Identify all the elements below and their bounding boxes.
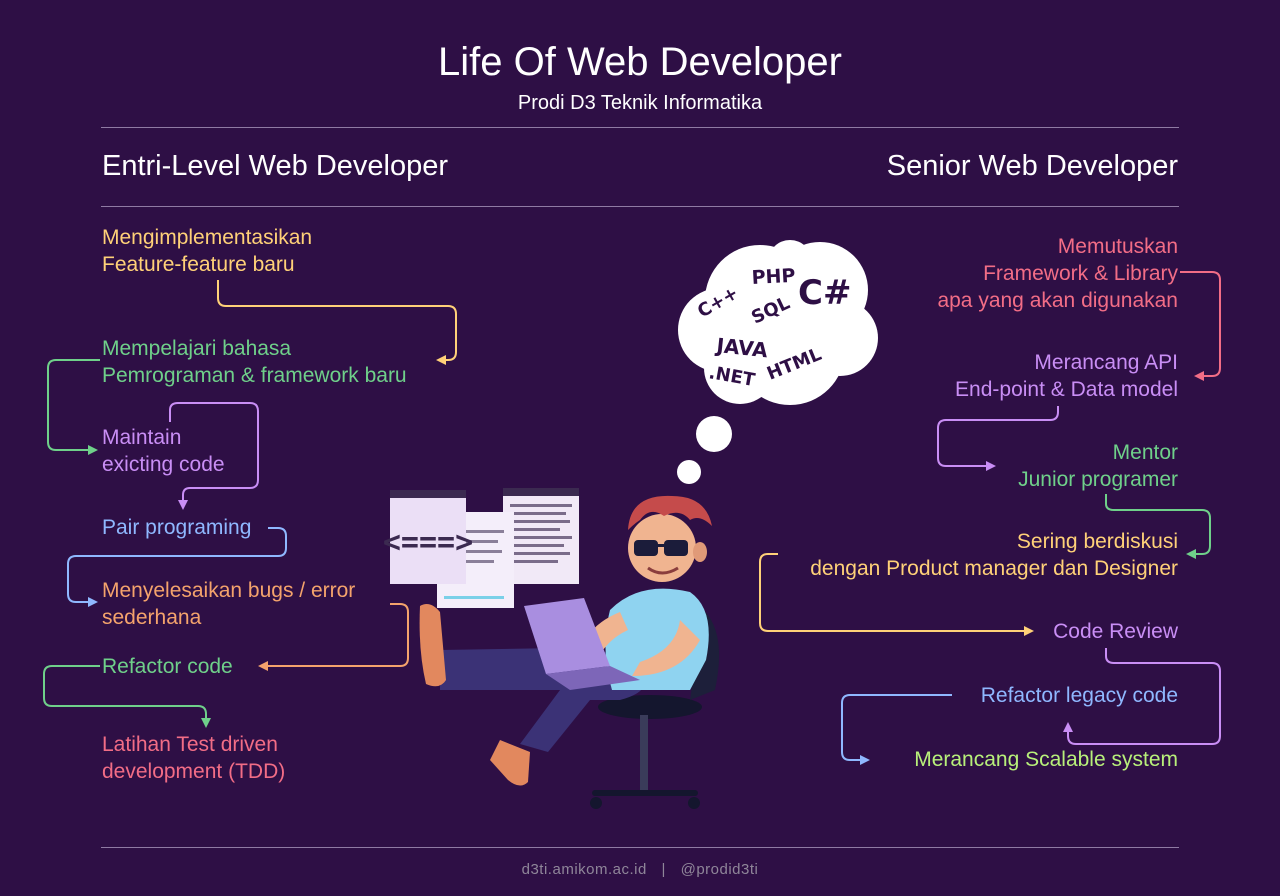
- code-brackets-icon: <===>: [383, 525, 473, 560]
- entry-task-tdd: Latihan Test driven development (TDD): [102, 733, 286, 783]
- entry-task-fix-bugs: Menyelesaikan bugs / error sederhana: [102, 579, 356, 629]
- senior-task-design-api: Merancang API End-point & Data model: [955, 351, 1178, 401]
- connector-arrow: [47, 359, 100, 455]
- code-window-front: <===>: [383, 490, 473, 584]
- footer: d3ti.amikom.ac.id | @prodid3ti: [0, 861, 1280, 878]
- language-label: C#: [798, 273, 851, 313]
- developer-shoe: [490, 740, 530, 786]
- footer-website: d3ti.amikom.ac.id: [521, 861, 647, 878]
- senior-task-code-review: Code Review: [1053, 620, 1178, 643]
- senior-task-refactor-legacy: Refactor legacy code: [980, 684, 1178, 707]
- code-window-back: [503, 488, 579, 584]
- footer-divider: [101, 847, 1179, 848]
- connector-arrow: [1180, 271, 1221, 381]
- entry-task-pair-programming: Pair programing: [102, 516, 252, 539]
- entry-task-refactor: Refactor code: [102, 655, 233, 678]
- developer-shoe: [419, 604, 446, 687]
- footer-social-handle: @prodid3ti: [680, 861, 759, 878]
- senior-task-choose-framework: Memutuskan Framework & Library apa yang …: [937, 235, 1178, 312]
- code-windows: <===>: [383, 488, 579, 608]
- footer-separator: |: [661, 861, 666, 878]
- entry-task-implement-features: Mengimplementasikan Feature-feature baru: [102, 226, 313, 276]
- senior-task-mentor: Mentor Junior programer: [1018, 441, 1178, 491]
- senior-task-scalable-system: Merancang Scalable system: [914, 748, 1178, 771]
- thought-bubble-small: [696, 416, 732, 452]
- senior-task-discussion: Sering berdiskusi dengan Product manager…: [810, 530, 1178, 580]
- language-label: PHP: [751, 265, 796, 289]
- entry-task-learn-languages: Mempelajari bahasa Pemrograman & framewo…: [102, 337, 407, 387]
- thought-bubble-tiny: [677, 460, 701, 484]
- entry-task-maintain-code: Maintain exicting code: [102, 426, 225, 476]
